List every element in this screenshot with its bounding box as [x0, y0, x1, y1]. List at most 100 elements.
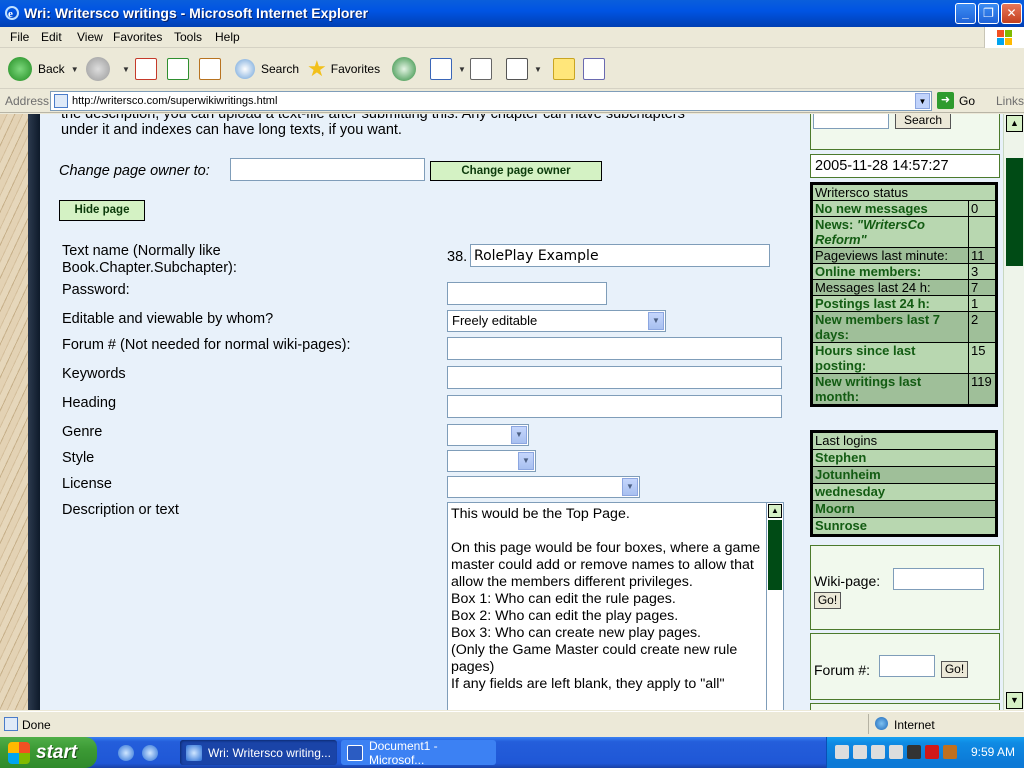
tray-icon[interactable]: [853, 745, 867, 759]
scroll-down-icon[interactable]: ▼: [1006, 692, 1023, 709]
home-button[interactable]: [199, 55, 221, 83]
tray-icon[interactable]: [925, 745, 939, 759]
login-user[interactable]: wednesday: [813, 484, 995, 501]
genre-select[interactable]: ▼: [447, 424, 529, 446]
discuss-button[interactable]: [553, 55, 575, 83]
login-user[interactable]: Jotunheim: [813, 467, 995, 484]
tray-icon[interactable]: [907, 745, 921, 759]
mail-dropdown-icon[interactable]: ▼: [458, 65, 466, 74]
refresh-button[interactable]: [167, 55, 189, 83]
sidebar-search-button[interactable]: Search: [895, 114, 951, 129]
description-textarea[interactable]: This would be the Top Page. On this page…: [447, 502, 784, 710]
tray-icon[interactable]: [943, 745, 957, 759]
forward-dropdown-icon[interactable]: ▼: [122, 65, 130, 74]
next-sidebar-box: [810, 703, 1000, 710]
intro-text-line2: under it and indexes can have long texts…: [61, 122, 402, 138]
menu-file[interactable]: File: [10, 30, 29, 44]
editable-label: Editable and viewable by whom?: [62, 311, 274, 327]
minimize-button[interactable]: _: [955, 3, 976, 24]
status-key[interactable]: New writings last month:: [813, 374, 969, 404]
quicklaunch-ie-icon[interactable]: [118, 745, 134, 761]
style-select[interactable]: ▼: [447, 450, 536, 472]
page-scrollbar[interactable]: ▲ ▼: [1003, 114, 1024, 710]
login-user[interactable]: Sunrose: [813, 518, 995, 534]
history-button[interactable]: [392, 55, 422, 83]
start-button[interactable]: start: [0, 737, 97, 768]
scrollbar-thumb[interactable]: [768, 520, 782, 590]
address-dropdown-icon[interactable]: ▼: [915, 93, 930, 109]
forum-go-button[interactable]: Go!: [941, 661, 968, 678]
status-key[interactable]: New members last 7 days:: [813, 312, 969, 342]
scroll-up-icon[interactable]: ▲: [1006, 115, 1023, 132]
mail-button[interactable]: ▼: [430, 55, 466, 83]
license-select[interactable]: ▼: [447, 476, 640, 498]
tray-icon[interactable]: [889, 745, 903, 759]
edit-dropdown-icon[interactable]: ▼: [534, 65, 542, 74]
go-button[interactable]: ➜ Go: [937, 92, 975, 109]
scrollbar-thumb[interactable]: [1006, 158, 1023, 266]
status-key[interactable]: Hours since last posting:: [813, 343, 969, 373]
last-logins-title: Last logins: [813, 433, 995, 450]
back-dropdown-icon[interactable]: ▼: [71, 65, 79, 74]
status-key[interactable]: Postings last 24 h:: [813, 296, 969, 311]
menu-help[interactable]: Help: [215, 30, 240, 44]
change-owner-input[interactable]: [230, 158, 425, 181]
windows-flag-icon: [8, 741, 30, 764]
text-name-input[interactable]: [470, 244, 770, 267]
clock[interactable]: 9:59 AM: [971, 745, 1015, 759]
forum-label: Forum # (Not needed for normal wiki-page…: [62, 337, 351, 353]
status-row[interactable]: Hours since last posting: 15: [813, 343, 995, 374]
status-row[interactable]: Online members: 3: [813, 264, 995, 280]
status-row[interactable]: New writings last month: 119: [813, 374, 995, 404]
quicklaunch-desktop-icon[interactable]: [142, 745, 158, 761]
research-button[interactable]: [583, 55, 605, 83]
heading-input[interactable]: [447, 395, 782, 418]
textarea-scrollbar[interactable]: ▲: [766, 503, 783, 710]
scroll-up-icon[interactable]: ▲: [768, 504, 782, 518]
back-button[interactable]: Back ▼: [8, 55, 79, 83]
forum-input[interactable]: [447, 337, 782, 360]
menu-view[interactable]: View: [77, 30, 103, 44]
editable-select[interactable]: Freely editable ▼: [447, 310, 666, 332]
menu-bar: File Edit View Favorites Tools Help: [0, 27, 1024, 48]
password-input[interactable]: [447, 282, 607, 305]
status-key[interactable]: Online members:: [813, 264, 969, 279]
menu-edit[interactable]: Edit: [41, 30, 62, 44]
favorites-button[interactable]: ★ Favorites: [307, 55, 380, 83]
status-row[interactable]: No new messages 0: [813, 201, 995, 217]
favorites-label: Favorites: [330, 62, 381, 76]
address-url: http://writersco.com/superwikiwritings.h…: [72, 95, 278, 107]
change-owner-button[interactable]: Change page owner: [430, 161, 602, 181]
sidebar-search-input[interactable]: [813, 114, 889, 129]
search-button[interactable]: Search: [235, 55, 299, 83]
close-button[interactable]: ✕: [1001, 3, 1022, 24]
menu-favorites[interactable]: Favorites: [113, 30, 162, 44]
login-user[interactable]: Moorn: [813, 501, 995, 518]
task-word-window[interactable]: Document1 - Microsof...: [341, 739, 496, 767]
status-value: [969, 217, 995, 247]
restore-button[interactable]: ❐: [978, 3, 999, 24]
links-button[interactable]: Links: [996, 94, 1024, 108]
menu-tools[interactable]: Tools: [174, 30, 202, 44]
task-ie-window[interactable]: Wri: Writersco writing...: [180, 740, 337, 765]
status-key[interactable]: News: "WritersCo Reform": [813, 217, 969, 247]
hide-page-button[interactable]: Hide page: [59, 200, 145, 221]
wiki-go-button[interactable]: Go!: [814, 592, 841, 609]
print-button[interactable]: [470, 55, 492, 83]
forward-button[interactable]: ▼: [86, 55, 130, 83]
wiki-page-input[interactable]: [893, 568, 984, 590]
forum-number-input[interactable]: [879, 655, 935, 677]
stop-button[interactable]: [135, 55, 157, 83]
tray-icon[interactable]: [835, 745, 849, 759]
status-row[interactable]: New members last 7 days: 2: [813, 312, 995, 343]
keywords-input[interactable]: [447, 366, 782, 389]
status-row[interactable]: News: "WritersCo Reform": [813, 217, 995, 248]
login-user[interactable]: Stephen: [813, 450, 995, 467]
tray-icon[interactable]: [871, 745, 885, 759]
edit-button[interactable]: ▼: [506, 55, 542, 83]
window-title: Wri: Writersco writings - Microsoft Inte…: [24, 5, 369, 21]
security-zone: Internet: [868, 714, 1022, 734]
address-input[interactable]: http://writersco.com/superwikiwritings.h…: [50, 91, 932, 111]
status-row[interactable]: Postings last 24 h: 1: [813, 296, 995, 312]
status-key[interactable]: No new messages: [813, 201, 969, 216]
